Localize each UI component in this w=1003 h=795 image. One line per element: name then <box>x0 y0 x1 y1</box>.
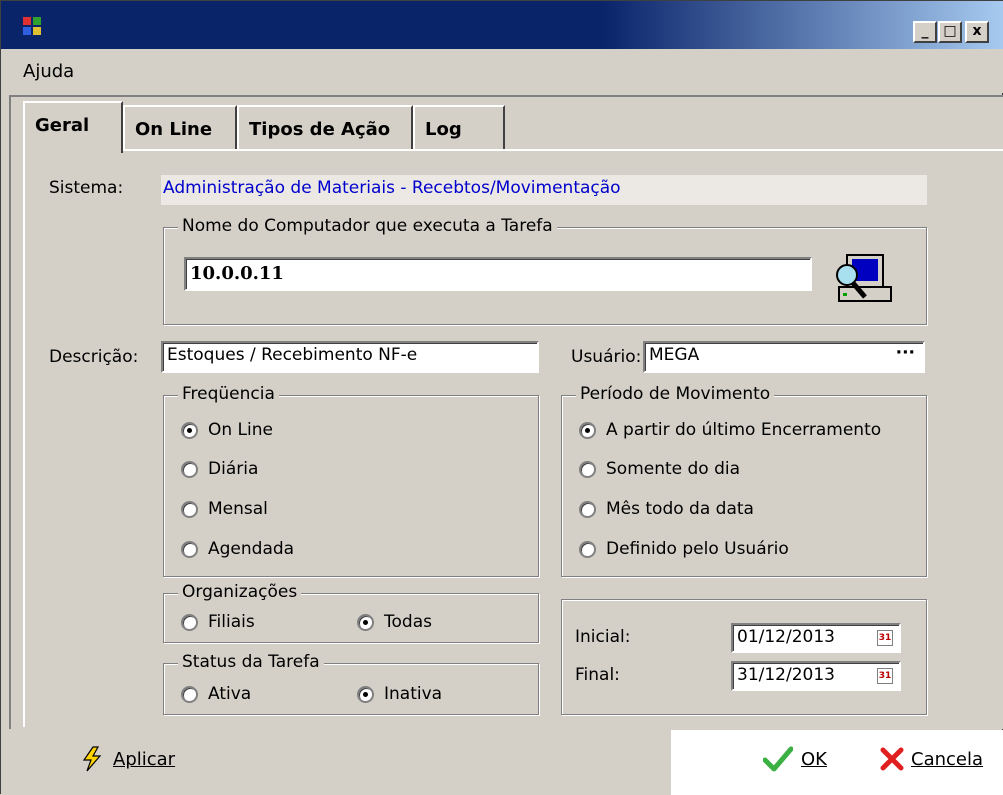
tab-label: On Line <box>135 119 213 140</box>
periodo-title: Período de Movimento <box>576 384 775 404</box>
sistema-field: Administração de Materiais - Recebtos/Mo… <box>161 175 927 205</box>
radio-indicator <box>579 500 596 518</box>
inicial-label: Inicial: <box>575 627 631 647</box>
app-icon <box>23 17 41 35</box>
usuario-value: MEGA <box>649 345 700 365</box>
radio-label: Somente do dia <box>606 459 741 479</box>
radio-somente-do-dia[interactable]: Somente do dia <box>579 459 740 479</box>
datas-group <box>561 599 927 715</box>
final-date-value: 31/12/2013 <box>737 665 835 685</box>
radio-mes-todo[interactable]: Mês todo da data <box>579 499 754 519</box>
calendar-icon[interactable]: 31 <box>877 630 893 646</box>
frequencia-title: Freqüencia <box>178 384 279 404</box>
sistema-label: Sistema: <box>49 178 124 198</box>
computer-search-icon[interactable] <box>833 253 895 305</box>
usuario-lookup-button[interactable]: ··· <box>896 343 915 363</box>
usuario-label: Usuário: <box>571 347 642 367</box>
final-label: Final: <box>575 665 620 685</box>
radio-indicator <box>579 540 596 558</box>
radio-indicator <box>357 685 374 703</box>
ok-button[interactable]: OK <box>763 746 827 772</box>
radio-ativa[interactable]: Ativa <box>181 684 251 704</box>
computer-group-title: Nome do Computador que executa a Tarefa <box>178 216 557 236</box>
aplicar-button[interactable]: Aplicar <box>81 746 175 772</box>
radio-label: Diária <box>208 459 259 479</box>
cancel-x-icon <box>880 747 904 771</box>
usuario-input[interactable]: MEGA ··· <box>643 341 925 373</box>
radio-indicator <box>181 460 198 478</box>
cancela-label: Cancela <box>911 748 984 770</box>
radio-indicator <box>357 613 374 631</box>
radio-definido-usuario[interactable]: Definido pelo Usuário <box>579 539 789 559</box>
radio-indicator <box>579 421 596 439</box>
radio-label: Filiais <box>208 612 255 632</box>
tab-log[interactable]: Log <box>413 105 505 151</box>
radio-on-line[interactable]: On Line <box>181 420 273 440</box>
final-date-input[interactable]: 31/12/2013 31 <box>731 661 901 691</box>
radio-diaria[interactable]: Diária <box>181 459 258 479</box>
menu-ajuda[interactable]: Ajuda <box>23 61 74 82</box>
inicial-date-value: 01/12/2013 <box>737 627 835 647</box>
radio-agendada[interactable]: Agendada <box>181 539 294 559</box>
radio-filiais[interactable]: Filiais <box>181 612 255 632</box>
descricao-input[interactable]: Estoques / Recebimento NF-e <box>161 341 539 373</box>
tab-geral[interactable]: Geral <box>23 101 123 153</box>
radio-indicator <box>181 685 198 703</box>
tab-on-line[interactable]: On Line <box>123 105 237 151</box>
calendar-icon[interactable]: 31 <box>877 668 893 684</box>
computer-name-input[interactable]: 10.0.0.11 <box>184 257 812 291</box>
ok-label: OK <box>801 748 827 770</box>
radio-label: On Line <box>208 420 273 440</box>
aplicar-label: Aplicar <box>113 748 176 770</box>
tab-tipos-de-acao[interactable]: Tipos de Ação <box>237 105 413 151</box>
radio-label: Ativa <box>208 684 252 704</box>
radio-label: Inativa <box>384 684 443 704</box>
radio-indicator <box>181 500 198 518</box>
radio-label: Todas <box>384 612 432 632</box>
dialog-window: _ □ x Ajuda Geral On Line Tipos de Ação … <box>0 0 1003 795</box>
title-bar[interactable]: _ □ x <box>1 1 1003 49</box>
descricao-label: Descrição: <box>49 347 139 367</box>
radio-todas[interactable]: Todas <box>357 612 432 632</box>
tab-label: Tipos de Ação <box>249 119 391 140</box>
radio-label: A partir do último Encerramento <box>606 420 882 440</box>
menu-bar: Ajuda <box>1 49 1003 93</box>
minimize-button[interactable]: _ <box>913 21 937 43</box>
maximize-button[interactable]: □ <box>938 21 962 43</box>
status-title: Status da Tarefa <box>178 652 324 672</box>
radio-indicator <box>579 460 596 478</box>
radio-label: Definido pelo Usuário <box>606 539 789 559</box>
organizacoes-title: Organizações <box>178 582 302 602</box>
radio-inativa[interactable]: Inativa <box>357 684 442 704</box>
inicial-date-input[interactable]: 01/12/2013 31 <box>731 623 901 653</box>
checkmark-icon <box>763 746 793 772</box>
tab-label: Log <box>425 119 462 140</box>
radio-indicator <box>181 421 198 439</box>
tab-label: Geral <box>35 115 90 136</box>
radio-label: Agendada <box>208 539 295 559</box>
radio-label: Mensal <box>208 499 268 519</box>
radio-mensal[interactable]: Mensal <box>181 499 268 519</box>
close-button[interactable]: x <box>965 21 989 43</box>
radio-label: Mês todo da data <box>606 499 754 519</box>
radio-indicator <box>181 540 198 558</box>
cancela-button[interactable]: Cancela <box>879 746 983 772</box>
lightning-icon <box>82 746 102 772</box>
radio-ultimo-encerramento[interactable]: A partir do último Encerramento <box>579 420 881 440</box>
radio-indicator <box>181 613 198 631</box>
